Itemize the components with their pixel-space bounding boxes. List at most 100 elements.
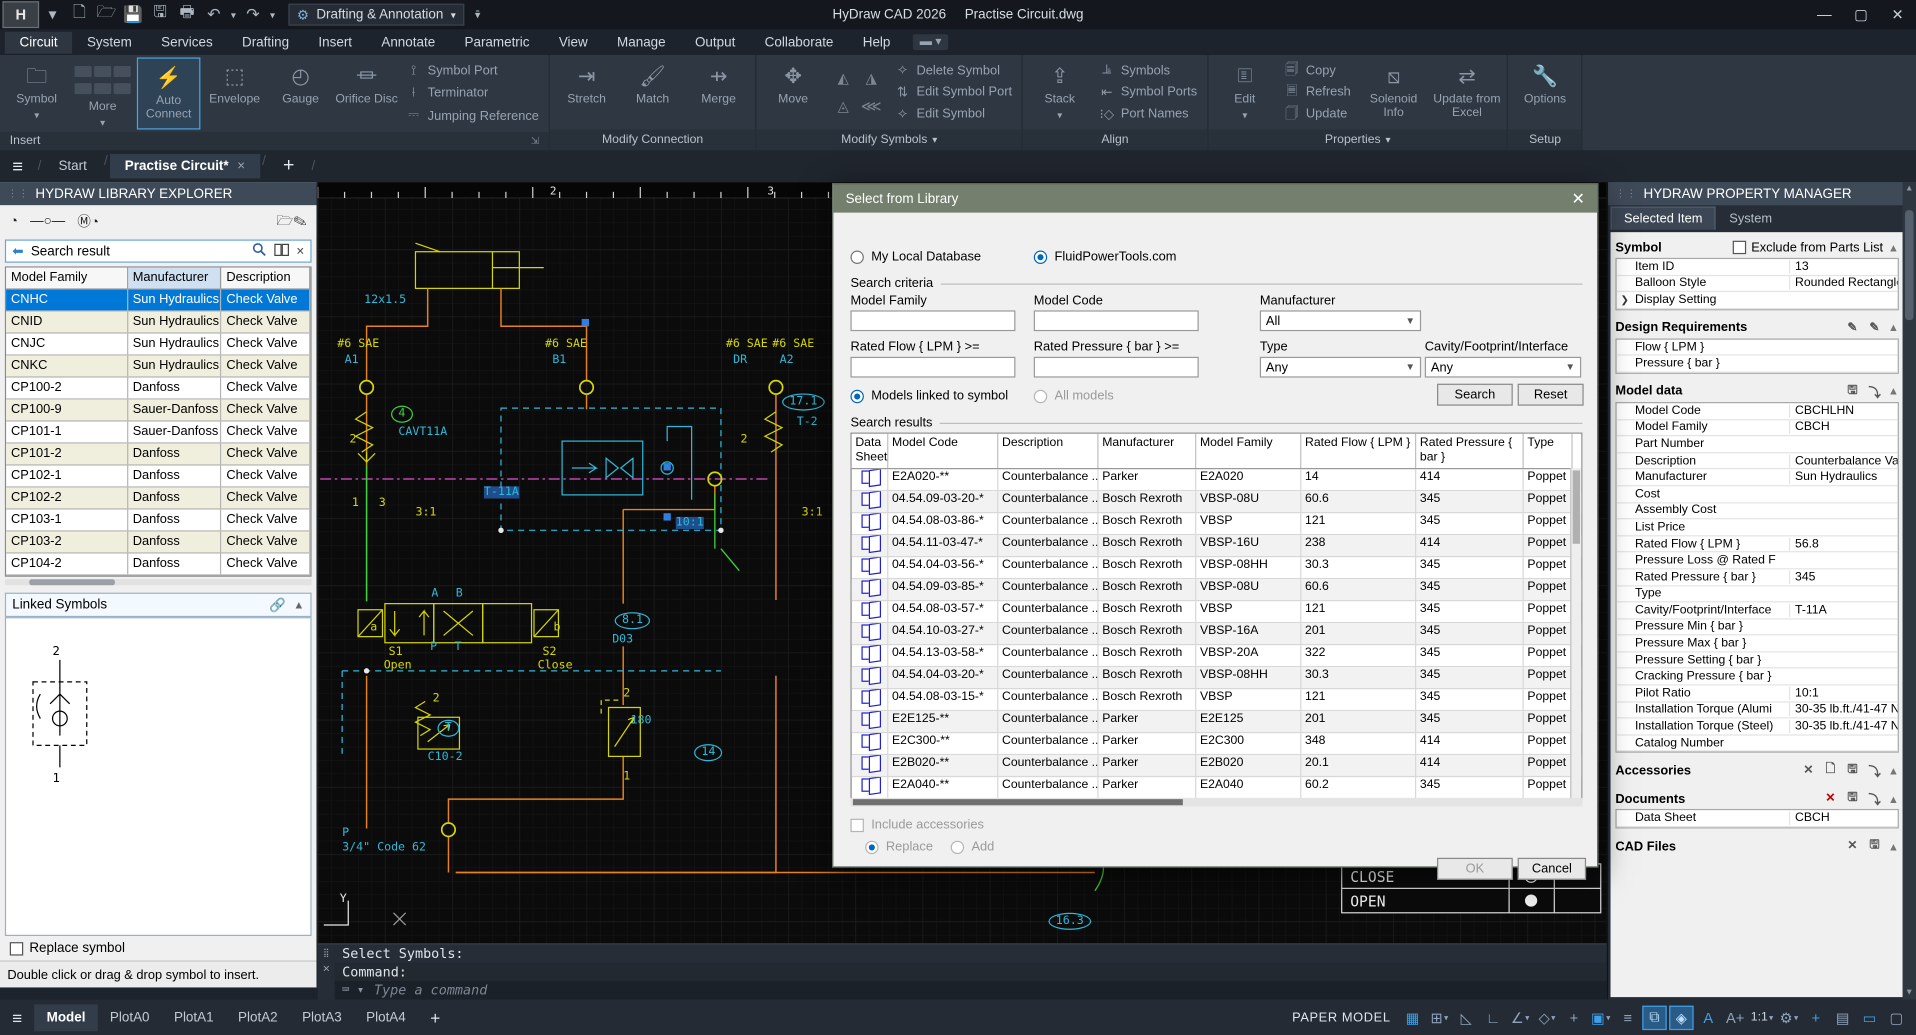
property-row-assembly-cost[interactable]: Assembly Cost [1617,503,1898,520]
layout-tab-plota0[interactable]: PlotA0 [98,1004,162,1031]
save-model-icon[interactable]: 🖫 [1844,384,1861,399]
envelope-button[interactable]: ⬚Envelope [203,57,267,129]
library-row-CNKC[interactable]: CNKCSun HydraulicsCheck Valve [6,356,310,378]
library-row-CP100-9[interactable]: CP100-9Sauer-DanfossCheck Valve [6,400,310,422]
magnifier-icon[interactable] [251,242,266,260]
3d-object-snap-icon[interactable]: ◈ [1669,1005,1693,1029]
file-tabs-menu-icon[interactable]: ≡ [0,156,35,177]
drawing-tab-start[interactable]: Start [44,154,102,178]
save-accessory-icon[interactable]: 🖫 [1844,764,1861,779]
autoscale-icon[interactable]: A+ [1723,1005,1747,1029]
layout-tab-plota4[interactable]: PlotA4 [354,1004,418,1031]
property-row-flow-lpm[interactable]: Flow { LPM } [1617,339,1898,356]
menu-collaborate[interactable]: Collaborate [750,31,848,53]
property-row-rated-pressure-bar[interactable]: Rated Pressure { bar }345 [1617,569,1898,586]
refresh-button[interactable]: 🗏Refresh [1284,82,1351,103]
options-button[interactable]: 🔧Options [1513,57,1577,127]
property-row-type[interactable]: Type [1617,586,1898,603]
property-tab-system[interactable]: System [1717,208,1784,230]
save-as-icon[interactable]: 🖫 [147,2,174,26]
add-radio[interactable]: Add [951,839,995,854]
column-header-model-family[interactable]: Model Family [6,268,128,289]
results-row-04.54.04-03-56-*[interactable]: 04.54.04-03-56-*Counterbalance ...Bosch … [852,557,1581,579]
match-button[interactable]: 🖌Match [621,57,685,127]
property-row-model-family[interactable]: Model FamilyCBCH [1617,420,1898,437]
graphics-performance-icon[interactable]: ▭ [1857,1005,1881,1029]
quick-properties-icon[interactable]: ▤ [1830,1005,1854,1029]
delete-cadfile-icon[interactable]: ✕ [1844,839,1861,854]
stack-button[interactable]: ⇪Stack▾ [1028,57,1092,127]
close-button[interactable]: ✕ [1879,0,1916,29]
data-sheet-icon[interactable] [861,668,877,681]
auto-connect-button[interactable]: ⚡Auto Connect [137,57,201,129]
linked-symbol-preview[interactable]: 2 1 [5,617,312,936]
library-row-CP100-2[interactable]: CP100-2DanfossCheck Valve [6,378,310,400]
drawing-tab-practise-circuit[interactable]: Practise Circuit*× [110,154,260,178]
menu-overflow-icon[interactable]: ▬ ▾ [912,34,948,50]
model-code-input[interactable] [1034,310,1199,331]
layout-tab-plota2[interactable]: PlotA2 [226,1004,290,1031]
insert-accessory-icon[interactable]: ⤵ [1866,764,1883,779]
minimize-button[interactable]: — [1806,0,1843,29]
paper-model-toggle[interactable]: PAPER MODEL [1292,1010,1390,1025]
dialog-launcher-icon[interactable]: ⇲ [531,136,539,147]
type-combo[interactable]: Any▼ [1260,357,1421,378]
selection-cycling-icon[interactable]: ⧉ [1642,1005,1666,1029]
symbols-button[interactable]: ⫡Symbols [1099,60,1197,81]
results-row-04.54.09-03-20-*[interactable]: 04.54.09-03-20-*Counterbalance ...Bosch … [852,491,1581,513]
grid-icon[interactable]: ▦ [1400,1005,1424,1029]
library-explorer-header[interactable]: ⋮⋮ HYDRAW LIBRARY EXPLORER [0,182,316,205]
layout-tab-plota1[interactable]: PlotA1 [162,1004,226,1031]
section-collapse-icon[interactable]: ▲ [1888,322,1899,334]
replace-symbol-option[interactable]: Replace symbol [0,936,316,960]
column-header-description[interactable]: Description [222,268,311,289]
port-names-button[interactable]: ⁝◇Port Names [1099,103,1197,124]
property-row-cost[interactable]: Cost [1617,486,1898,503]
library-row-CP101-2[interactable]: CP101-2DanfossCheck Valve [6,444,310,466]
property-row-pilot-ratio[interactable]: Pilot Ratio10:1 [1617,686,1898,703]
data-sheet-icon[interactable] [861,580,877,593]
layout-tab-model[interactable]: Model [34,1004,97,1031]
section-header-accessories[interactable]: Accessories✕🗋🖫⤵▲ [1615,761,1898,782]
terminator-button[interactable]: ⟊Terminator [406,83,539,104]
data-sheet-icon[interactable] [861,712,877,725]
property-row-part-number[interactable]: Part Number [1617,436,1898,453]
results-row-04.54.08-03-57-*[interactable]: 04.54.08-03-57-*Counterbalance ...Bosch … [852,601,1581,623]
menu-drafting[interactable]: Drafting [227,31,303,53]
section-collapse-icon[interactable]: ▲ [1888,765,1899,777]
ortho-mode-icon[interactable]: ∟ [1481,1005,1505,1029]
symbol-button[interactable]: 🗀Symbol▾ [5,57,69,129]
property-row-data-sheet[interactable]: Data SheetCBCH [1617,811,1898,828]
menu-parametric[interactable]: Parametric [450,31,544,53]
section-collapse-icon[interactable]: ▲ [1888,793,1899,805]
library-row-CP104-2[interactable]: CP104-2DanfossCheck Valve [6,554,310,576]
data-sheet-icon[interactable] [861,646,877,659]
infer-constraints-icon[interactable]: ◺ [1454,1005,1478,1029]
annotation-monitor-icon[interactable]: + [1804,1005,1828,1029]
results-row-E2A040-**[interactable]: E2A040-**Counterbalance ...ParkerE2A0406… [852,777,1581,799]
section-collapse-icon[interactable]: ▲ [1888,840,1899,852]
data-sheet-icon[interactable] [861,602,877,615]
isometric-drafting-icon[interactable]: ◇▾ [1535,1005,1559,1029]
property-row-pressure-bar[interactable]: Pressure { bar } [1617,356,1898,373]
linked-symbols-header[interactable]: Linked Symbols 🔗 ▲ [5,593,312,617]
results-row-E2B020-**[interactable]: E2B020-**Counterbalance ...ParkerE2B0202… [852,755,1581,777]
clean-screen-icon[interactable]: ▢ [1884,1005,1908,1029]
jumping-reference-button[interactable]: ⎓Jumping Reference [406,105,539,126]
new-drawing-tab-button[interactable]: + [268,155,309,177]
delete-symbol-button[interactable]: ✧Delete Symbol [895,60,1013,81]
more-button[interactable]: More▾ [71,57,135,129]
mirror-v-icon[interactable]: ◮ [859,66,883,90]
merge-button[interactable]: ⇸Merge [687,57,751,127]
command-close-icon[interactable]: × [323,963,330,976]
menu-system[interactable]: System [72,31,146,53]
save-cadfile-icon[interactable]: 🖫 [1866,839,1883,854]
stretch-button[interactable]: ⇥Stretch [555,57,619,127]
all-models-radio[interactable]: All models [1034,389,1114,404]
data-sheet-icon[interactable] [861,514,877,527]
manufacturer-combo[interactable]: All▼ [1260,310,1421,331]
results-column-type[interactable]: Type [1524,434,1573,468]
property-row-list-price[interactable]: List Price [1617,519,1898,536]
rotate-left-icon[interactable]: ◭ [831,66,855,90]
orifice-disc-button[interactable]: ⏛Orifice Disc [335,57,399,129]
